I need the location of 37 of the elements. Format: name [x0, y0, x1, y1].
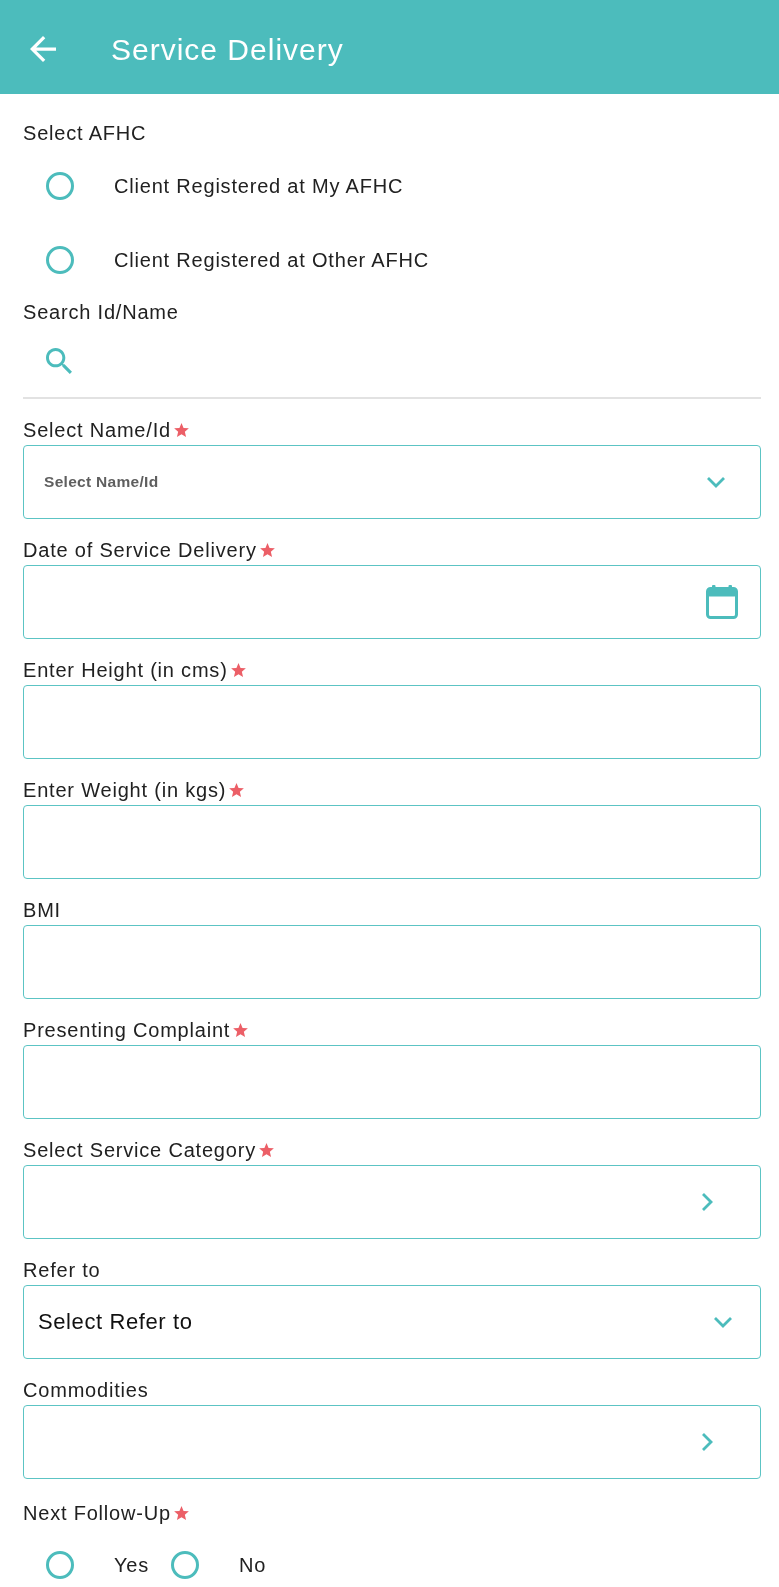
- field-label: Search Id/Name: [23, 300, 179, 324]
- text-field[interactable]: [23, 1045, 761, 1119]
- radio-button[interactable]: [46, 172, 74, 200]
- back-arrow-icon[interactable]: [30, 36, 56, 62]
- field-label: Next Follow-Up: [23, 1501, 171, 1525]
- screen-title: Service Delivery: [111, 32, 344, 67]
- picker-field[interactable]: [23, 1405, 761, 1479]
- radio-label: Client Registered at Other AFHC: [114, 248, 429, 272]
- chevron-right-icon: [701, 1432, 713, 1452]
- chevron-right-icon: [701, 1192, 713, 1212]
- radio-button[interactable]: [46, 1551, 74, 1579]
- radio-label: No: [239, 1553, 267, 1577]
- field-label: Enter Weight (in kgs): [23, 778, 227, 802]
- radio-label: Yes: [114, 1553, 150, 1577]
- radio-label: Client Registered at My AFHC: [114, 174, 404, 198]
- field-label: Refer to: [23, 1258, 101, 1282]
- field-label: Date of Service Delivery: [23, 538, 257, 562]
- field-label: Presenting Complaint: [23, 1018, 231, 1042]
- chevron-down-icon: [706, 476, 726, 488]
- text-field[interactable]: [23, 685, 761, 759]
- date-field[interactable]: [23, 565, 761, 639]
- field-label: Select Name/Id: [23, 418, 171, 442]
- field-label: BMI: [23, 898, 61, 922]
- field-label: Commodities: [23, 1378, 149, 1402]
- field-label: Select Service Category: [23, 1138, 256, 1162]
- section-label: Select AFHC: [23, 121, 147, 145]
- dropdown-field[interactable]: Select Refer to: [23, 1285, 761, 1359]
- text-field[interactable]: [23, 925, 761, 999]
- chevron-down-icon: [713, 1316, 733, 1328]
- dropdown-field[interactable]: Select Name/Id: [23, 445, 761, 519]
- calendar-icon: [706, 585, 738, 619]
- radio-button[interactable]: [46, 246, 74, 274]
- search-icon: [46, 348, 72, 374]
- picker-field[interactable]: [23, 1165, 761, 1239]
- field-label: Enter Height (in cms): [23, 658, 228, 682]
- text-field[interactable]: [23, 805, 761, 879]
- radio-button[interactable]: [171, 1551, 200, 1579]
